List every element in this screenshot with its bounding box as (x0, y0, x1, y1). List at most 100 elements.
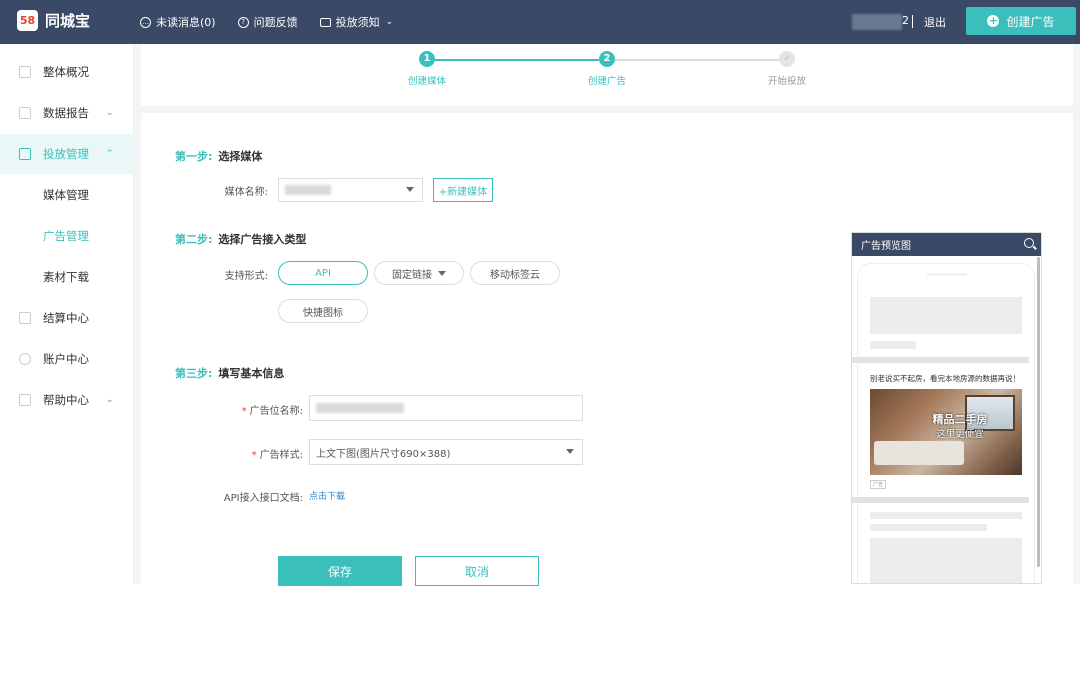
app-logo[interactable]: 58 同城宝 (17, 10, 90, 31)
step-3-check-icon: ✓ (779, 51, 795, 67)
step-connector (615, 59, 779, 61)
chart-line-icon (19, 66, 31, 78)
monitor-icon (319, 17, 331, 27)
media-value-redacted (285, 185, 331, 195)
ad-style-select[interactable]: 上文下图(图片尺寸690×388) (309, 439, 583, 465)
top-bar: 58 同城宝 … 未读消息(0) ? 问题反馈 投放须知 ⌄ 2 退出 + 创建… (0, 0, 1080, 44)
chevron-down-icon: ⌄ (106, 108, 114, 118)
preview-header: 广告预览图 (852, 233, 1041, 256)
type-shortcut-icon-option[interactable]: 快捷图标 (278, 299, 368, 323)
type-api-option[interactable]: API (278, 261, 368, 285)
caret-down-icon (438, 270, 446, 276)
preview-scrollbar[interactable] (1037, 257, 1040, 567)
type-fixed-link-option[interactable]: 固定链接 (374, 261, 464, 285)
type-fixed-link-label: 固定链接 (392, 269, 432, 281)
placeholder-line (870, 524, 987, 531)
section-title-step2: 第二步: 选择广告接入类型 (175, 233, 307, 246)
sidebar-item-billing[interactable]: 结算中心 (0, 298, 134, 338)
ad-tag-badge: 广告 (870, 480, 887, 489)
sidebar-item-help[interactable]: 帮助中心 ⌄ (0, 380, 134, 420)
placeholder-block (870, 538, 1022, 583)
step-2-label: 创建广告 (587, 76, 626, 87)
preview-ad-image: 精品二手房 这里更便宜 (870, 389, 1022, 475)
ad-image-subtitle: 这里更便宜 (936, 429, 984, 440)
invoice-icon (19, 312, 31, 324)
ad-image-title: 精品二手房 (932, 413, 988, 426)
create-ad-label: 创建广告 (1006, 14, 1055, 29)
step-1-label: 创建媒体 (407, 76, 446, 87)
api-doc-label: API接入接口文档: (223, 493, 303, 504)
sidebar-item-overview[interactable]: 整体概况 (0, 52, 134, 92)
username-redacted (852, 14, 902, 30)
placeholder-line (870, 341, 916, 349)
media-name-label: 媒体名称: (224, 187, 268, 198)
placeholder-line (870, 512, 1022, 519)
create-ad-button[interactable]: + 创建广告 (966, 7, 1076, 35)
step-3-label: 开始投放 (767, 76, 806, 87)
book-icon (19, 394, 31, 406)
ad-style-label: * 广告样式: (251, 450, 303, 461)
unread-messages-link[interactable]: … 未读消息(0) (140, 14, 216, 30)
save-button[interactable]: 保存 (278, 556, 402, 586)
report-icon (19, 107, 31, 119)
unread-messages-label: 未读消息(0) (156, 16, 216, 29)
ad-style-value: 上文下图(图片尺寸690×388) (316, 448, 451, 460)
sidebar-item-material[interactable]: 素材下载 (0, 257, 134, 297)
guide-dropdown[interactable]: 投放须知 ⌄ (319, 14, 394, 30)
api-doc-download-link[interactable]: 点击下载 (309, 489, 345, 502)
phone-speaker (927, 273, 967, 276)
logo-badge: 58 (17, 10, 38, 31)
placeholder-separator (852, 497, 1029, 503)
logout-link[interactable]: 退出 (924, 14, 946, 30)
question-icon: ? (237, 16, 249, 28)
support-type-label: 支持形式: (224, 271, 268, 282)
placeholder-separator (852, 357, 1029, 363)
step-1-indicator: 1 (419, 51, 435, 67)
feedback-label: 问题反馈 (253, 16, 298, 29)
step-2-indicator: 2 (599, 51, 615, 67)
sidebar-item-delivery[interactable]: 投放管理 ⌃ (0, 134, 134, 174)
preview-title: 广告预览图 (861, 241, 911, 252)
top-nav: … 未读消息(0) ? 问题反馈 投放须知 ⌄ (140, 0, 415, 44)
sidebar-item-media[interactable]: 媒体管理 (0, 175, 134, 215)
media-select[interactable] (278, 178, 423, 202)
zoom-in-icon[interactable] (1024, 238, 1034, 248)
sidebar-item-reports[interactable]: 数据报告 ⌄ (0, 93, 134, 133)
chevron-down-icon: ⌄ (385, 17, 394, 27)
sidebar: 整体概况 数据报告 ⌄ 投放管理 ⌃ 媒体管理 广告管理 素材下载 结算中心 账… (0, 44, 134, 584)
chevron-up-icon: ⌃ (106, 149, 114, 159)
ad-name-value-redacted (316, 403, 404, 413)
sidebar-item-label: 投放管理 (43, 147, 89, 161)
sidebar-item-account[interactable]: 账户中心 (0, 339, 134, 379)
ad-name-input[interactable] (309, 395, 583, 421)
placeholder-block (870, 297, 1022, 334)
feedback-link[interactable]: ? 问题反馈 (237, 14, 298, 30)
network-icon (19, 148, 31, 160)
sidebar-item-label: 整体概况 (43, 65, 89, 79)
sidebar-item-ads[interactable]: 广告管理 (0, 216, 134, 256)
sidebar-item-label: 数据报告 (43, 106, 89, 120)
sidebar-item-label: 账户中心 (43, 352, 89, 366)
app-title: 同城宝 (45, 12, 91, 30)
chevron-down-icon: ⌄ (106, 395, 114, 405)
message-icon: … (140, 16, 151, 28)
sofa-shape (874, 441, 964, 465)
caret-down-icon (566, 449, 574, 454)
cancel-button[interactable]: 取消 (415, 556, 539, 586)
user-icon (19, 353, 31, 365)
section-title-step3: 第三步: 填写基本信息 (175, 367, 285, 380)
section-title-step1: 第一步: 选择媒体 (175, 150, 263, 163)
ad-preview-panel: 广告预览图 别老说买不起房，看完本地房源的数据再说！ 精品二手房 这里更便宜 广… (851, 232, 1042, 584)
nav-divider (912, 15, 913, 28)
plus-circle-icon: + (987, 14, 1000, 27)
step-connector (435, 59, 599, 61)
username-suffix: 2 (902, 14, 909, 27)
preview-ad-text: 别老说买不起房，看完本地房源的数据再说！ (870, 374, 1020, 383)
ad-name-label: * 广告位名称: (241, 406, 303, 417)
sidebar-item-label: 帮助中心 (43, 393, 89, 407)
caret-down-icon (406, 187, 414, 192)
guide-label: 投放须知 (335, 16, 380, 29)
new-media-button[interactable]: +新建媒体 (433, 178, 493, 202)
type-tag-cloud-option[interactable]: 移动标签云 (470, 261, 560, 285)
sidebar-item-label: 结算中心 (43, 311, 89, 325)
